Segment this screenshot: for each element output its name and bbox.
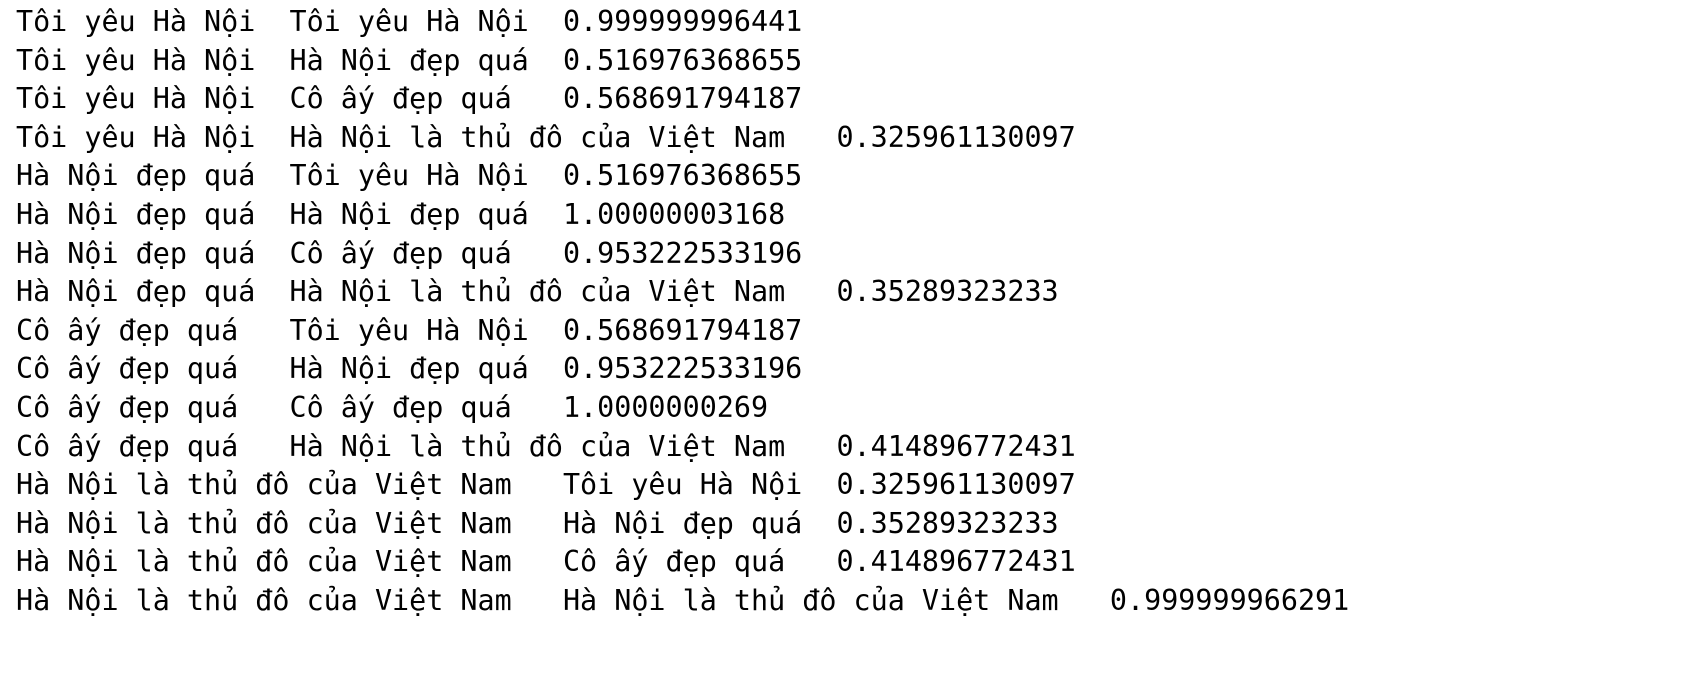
output-line: Hà Nội đẹp quá Tôi yêu Hà Nội 0.51697636… (16, 159, 803, 193)
output-line: Hà Nội đẹp quá Hà Nội đẹp quá 1.00000003… (16, 197, 786, 231)
output-line: Tôi yêu Hà Nội Hà Nội là thủ đô của Việt… (16, 120, 1076, 154)
output-line: Tôi yêu Hà Nội Hà Nội đẹp quá 0.51697636… (16, 43, 803, 77)
output-line: Tôi yêu Hà Nội Tôi yêu Hà Nội 0.99999999… (16, 5, 803, 38)
terminal-output: Tôi yêu Hà Nội Tôi yêu Hà Nội 0.99999999… (16, 0, 1704, 690)
output-line: Cô ấy đẹp quá Cô ấy đẹp quá 1.0000000269 (16, 390, 769, 424)
output-line: Hà Nội là thủ đô của Việt Nam Cô ấy đẹp … (16, 545, 1076, 579)
output-line: Cô ấy đẹp quá Hà Nội đẹp quá 0.953222533… (16, 352, 803, 386)
output-line: Cô ấy đẹp quá Tôi yêu Hà Nội 0.568691794… (16, 313, 803, 347)
output-line: Hà Nội là thủ đô của Việt Nam Tôi yêu Hà… (16, 468, 1076, 502)
output-line: Hà Nội là thủ đô của Việt Nam Hà Nội đẹp… (16, 506, 1059, 540)
output-line: Tôi yêu Hà Nội Cô ấy đẹp quá 0.568691794… (16, 82, 803, 116)
output-line: Hà Nội đẹp quá Cô ấy đẹp quá 0.953222533… (16, 236, 803, 270)
output-line: Hà Nội đẹp quá Hà Nội là thủ đô của Việt… (16, 275, 1059, 309)
output-line: Cô ấy đẹp quá Hà Nội là thủ đô của Việt … (16, 429, 1076, 463)
output-line: Hà Nội là thủ đô của Việt Nam Hà Nội là … (16, 583, 1350, 617)
